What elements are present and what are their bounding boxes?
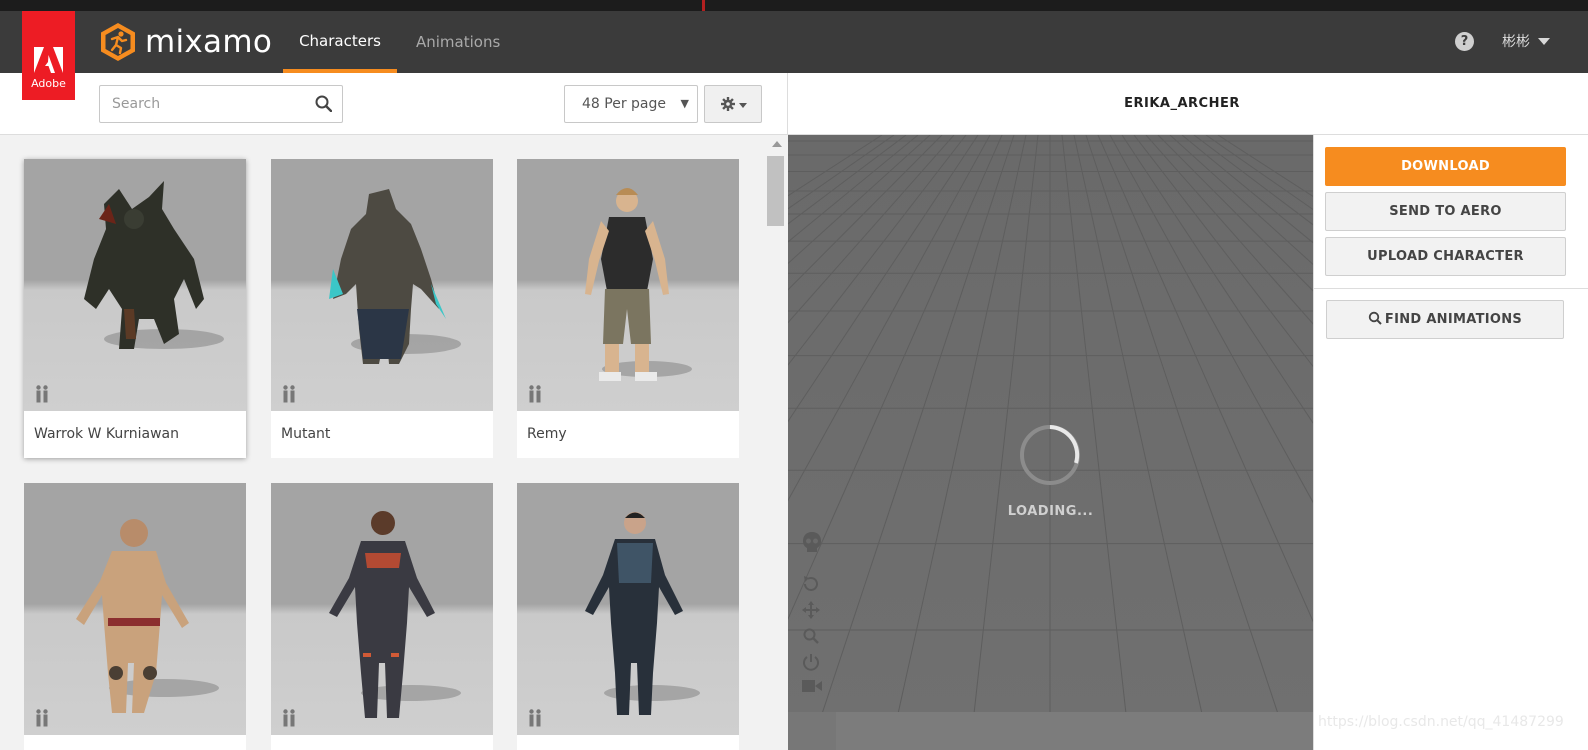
character-thumbnail[interactable] xyxy=(271,483,493,735)
people-icon xyxy=(283,385,295,403)
character-card-suit-man[interactable] xyxy=(517,483,739,750)
tab-animations[interactable]: Animations xyxy=(416,11,500,73)
power-icon[interactable] xyxy=(802,653,820,671)
people-icon xyxy=(283,709,295,727)
settings-dropdown-button[interactable] xyxy=(704,85,762,123)
character-card-mutant[interactable]: Mutant xyxy=(271,159,493,458)
find-animations-button[interactable]: FIND ANIMATIONS xyxy=(1326,300,1564,339)
watermark-text: https://blog.csdn.net/qq_41487299 xyxy=(1318,714,1564,730)
top-accent-line xyxy=(702,0,705,11)
character-name: Mutant xyxy=(281,426,331,442)
grid-scrollbar[interactable] xyxy=(765,136,787,750)
character-thumbnail[interactable] xyxy=(24,483,246,735)
mixamo-logo[interactable]: mixamo xyxy=(99,22,272,62)
help-icon[interactable]: ? xyxy=(1455,32,1474,51)
character-figure xyxy=(76,519,219,713)
character-name: Remy xyxy=(527,426,567,442)
reset-rotate-icon[interactable] xyxy=(802,575,820,593)
character-thumbnail[interactable] xyxy=(271,159,493,411)
per-page-select[interactable]: 48 Per page ▼ xyxy=(564,85,698,123)
scroll-up-arrow-icon[interactable] xyxy=(772,141,782,147)
zoom-icon[interactable] xyxy=(802,627,820,645)
find-animations-label: FIND ANIMATIONS xyxy=(1384,312,1523,327)
tab-characters[interactable]: Characters xyxy=(283,11,397,73)
people-icon xyxy=(36,385,48,403)
character-card-warrok[interactable]: Warrok W Kurniawan xyxy=(24,159,246,458)
character-figure xyxy=(585,512,700,715)
window-top-strip xyxy=(0,0,1588,11)
send-to-aero-button[interactable]: SEND TO AERO xyxy=(1325,192,1566,231)
user-menu-caret-icon[interactable] xyxy=(1538,38,1550,45)
character-grid: Warrok W Kurniawan Mutant Remy xyxy=(0,136,765,750)
adobe-logo-text: Adobe xyxy=(31,77,66,90)
people-icon xyxy=(529,709,541,727)
timeline-track[interactable] xyxy=(836,712,1313,750)
people-icon xyxy=(36,709,48,727)
character-figure xyxy=(329,511,461,718)
character-figure xyxy=(329,189,461,364)
download-button[interactable]: DOWNLOAD xyxy=(1325,147,1566,186)
per-page-caret-icon: ▼ xyxy=(680,97,689,110)
loading-spinner-icon xyxy=(1020,425,1080,485)
settings-caret-icon xyxy=(739,103,747,108)
per-page-value: 48 Per page xyxy=(582,96,666,112)
character-card-remy[interactable]: Remy xyxy=(517,159,739,458)
gear-icon xyxy=(721,97,735,111)
adobe-a-icon xyxy=(34,47,63,73)
app-name: mixamo xyxy=(145,24,273,60)
people-icon xyxy=(529,385,541,403)
loading-text: LOADING... xyxy=(1007,504,1094,519)
scroll-thumb[interactable] xyxy=(767,156,784,226)
search-input[interactable] xyxy=(100,86,305,122)
timeline-bar[interactable] xyxy=(788,712,1313,750)
adobe-logo[interactable]: Adobe xyxy=(22,11,75,100)
character-figure xyxy=(585,188,692,381)
user-menu[interactable]: 彬彬 xyxy=(1502,31,1530,51)
character-thumbnail[interactable] xyxy=(517,159,739,411)
search-icon[interactable] xyxy=(315,95,332,112)
character-card-armored-man[interactable] xyxy=(271,483,493,750)
pan-icon[interactable] xyxy=(802,601,820,619)
upload-character-button[interactable]: UPLOAD CHARACTER xyxy=(1325,237,1566,276)
search-icon xyxy=(1368,311,1382,325)
character-figure xyxy=(84,181,224,349)
character-name: Warrok W Kurniawan xyxy=(34,426,180,442)
mixamo-runner-icon xyxy=(101,23,135,61)
character-thumbnail[interactable] xyxy=(517,483,739,735)
character-title: ERIKA_ARCHER xyxy=(1124,96,1240,111)
character-viewport[interactable]: LOADING... xyxy=(788,135,1313,750)
character-card-armored-soldier[interactable] xyxy=(24,483,246,750)
skeleton-icon[interactable] xyxy=(802,531,822,553)
search-box[interactable] xyxy=(99,85,343,123)
character-thumbnail[interactable] xyxy=(24,159,246,411)
panel-divider xyxy=(1313,288,1588,289)
camera-icon[interactable] xyxy=(802,679,822,693)
